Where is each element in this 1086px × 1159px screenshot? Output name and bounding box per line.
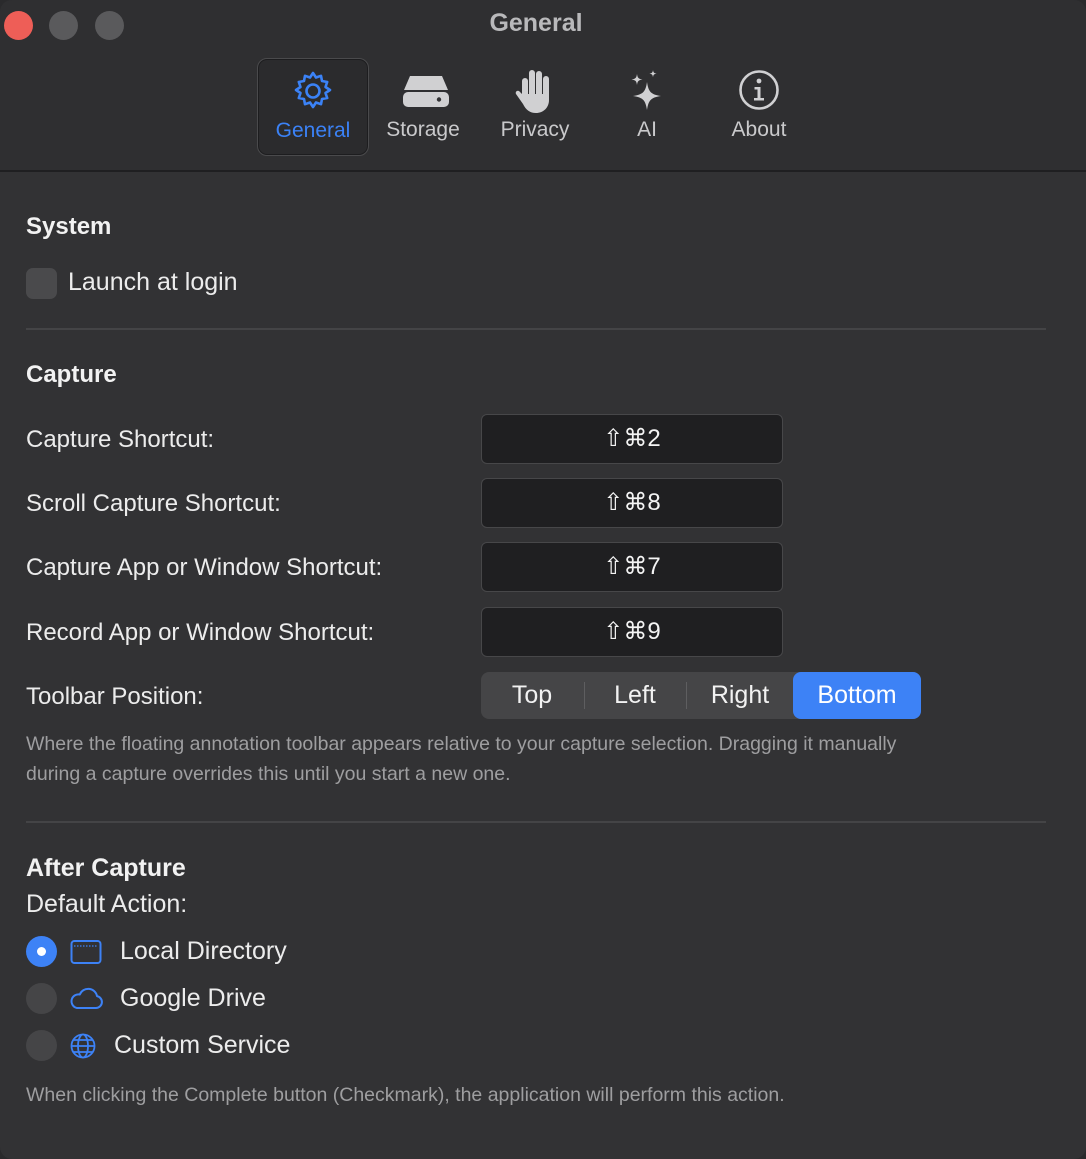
cloud-icon (70, 987, 103, 1009)
section-title-capture: Capture (26, 361, 117, 388)
tab-label: AI (637, 118, 657, 141)
google-drive-radio[interactable] (26, 983, 57, 1014)
section-title-after-capture: After Capture (26, 854, 186, 882)
window-title: General (489, 9, 583, 37)
google-drive-label: Google Drive (120, 984, 266, 1012)
section-title-system: System (26, 213, 112, 240)
capture-window-shortcut-label: Capture App or Window Shortcut: (26, 554, 383, 581)
capture-shortcut-label: Capture Shortcut: (26, 426, 215, 453)
settings-window: General General Storage Privacy AI About… (0, 0, 1086, 1159)
toolbar-position-help-line-1: Where the floating annotation toolbar ap… (26, 733, 897, 755)
local-directory-label: Local Directory (120, 937, 287, 965)
tab-ai[interactable]: AI (592, 58, 702, 154)
launch-at-login-checkbox[interactable] (26, 268, 57, 299)
scroll-capture-shortcut-label: Scroll Capture Shortcut: (26, 490, 281, 517)
record-window-shortcut-label: Record App or Window Shortcut: (26, 619, 375, 646)
custom-service-label: Custom Service (114, 1031, 291, 1059)
divider (26, 821, 1046, 823)
globe-icon (70, 1033, 96, 1059)
local-directory-radio[interactable] (26, 936, 57, 967)
segment-top[interactable]: Top (481, 672, 583, 719)
scroll-capture-shortcut-recorder[interactable]: ⇧⌘8 (481, 478, 783, 528)
capture-shortcut-recorder[interactable]: ⇧⌘2 (481, 414, 783, 464)
launch-at-login-label: Launch at login (68, 268, 238, 296)
tab-label: Privacy (500, 118, 570, 141)
tab-storage[interactable]: Storage (368, 58, 478, 154)
divider (26, 328, 1046, 330)
tab-about[interactable]: About (704, 58, 814, 154)
segment-right[interactable]: Right (687, 672, 793, 719)
toolbar-position-label: Toolbar Position: (26, 683, 204, 710)
title-bar: General General Storage Privacy AI About (0, 0, 1086, 172)
drive-icon (403, 76, 449, 107)
toolbar-position-help-line-2: during a capture overrides this until yo… (26, 763, 511, 785)
segment-bottom[interactable]: Bottom (793, 672, 921, 719)
hand-icon (515, 70, 549, 113)
custom-service-radio[interactable] (26, 1030, 57, 1061)
capture-window-shortcut-recorder[interactable]: ⇧⌘7 (481, 542, 783, 592)
gear-icon (294, 71, 332, 109)
after-capture-help: When clicking the Complete button (Check… (26, 1084, 785, 1106)
toolbar-position-segmented-control: Top Left Right Bottom (481, 672, 921, 719)
tab-label: General (275, 119, 351, 142)
sparkles-icon (631, 70, 661, 110)
segment-left[interactable]: Left (585, 672, 685, 719)
tab-label: About (731, 118, 787, 141)
tab-general[interactable]: General (257, 58, 369, 156)
tab-privacy[interactable]: Privacy (480, 58, 590, 154)
tab-label: Storage (386, 118, 460, 141)
default-action-label: Default Action: (26, 890, 188, 918)
info-icon (739, 70, 779, 110)
folder-window-icon (70, 940, 102, 964)
record-window-shortcut-recorder[interactable]: ⇧⌘9 (481, 607, 783, 657)
